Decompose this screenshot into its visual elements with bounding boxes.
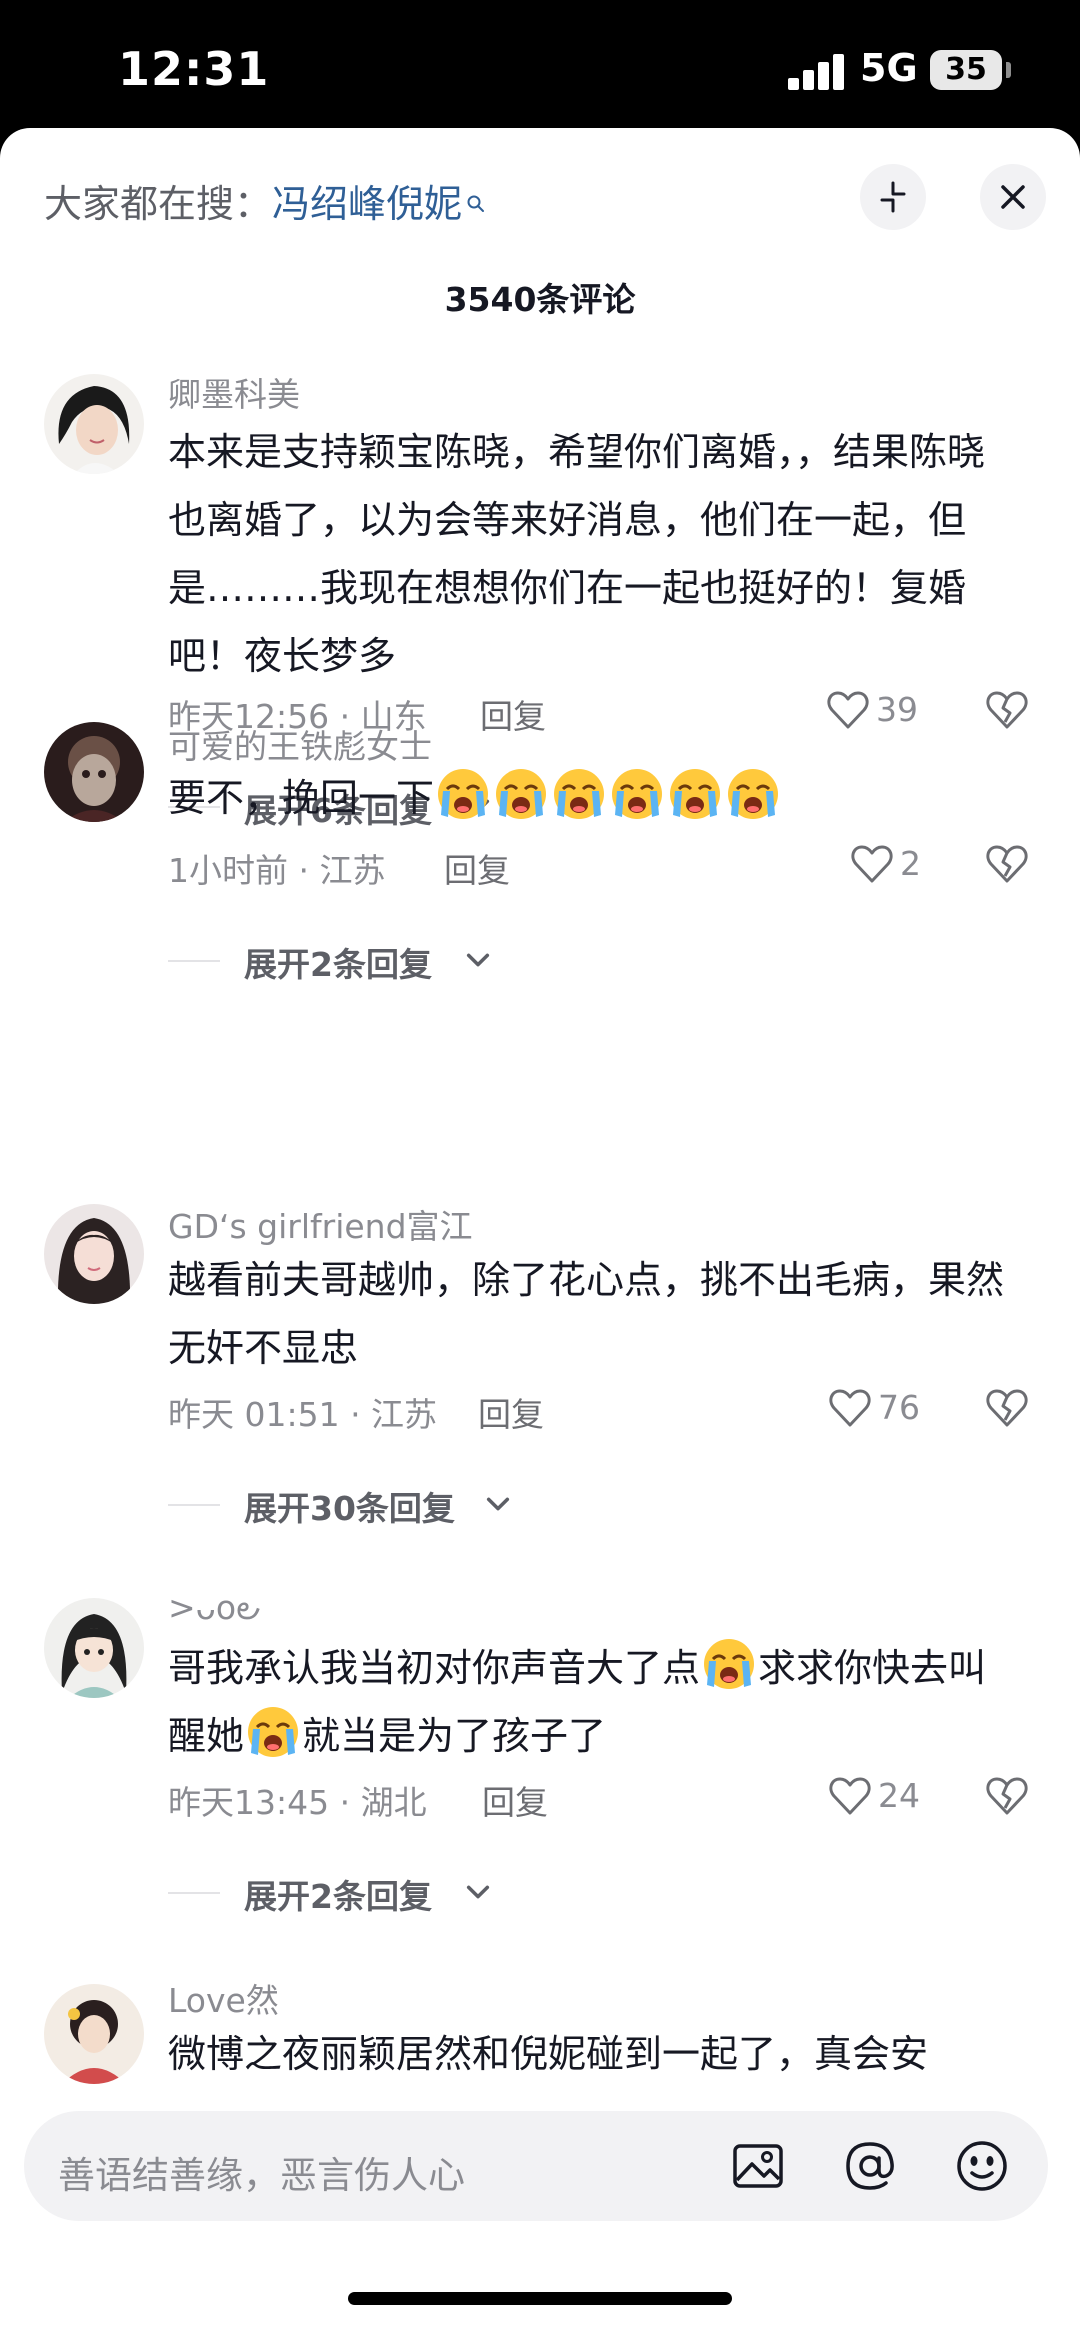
reply-button[interactable]: 回复 [444, 844, 510, 892]
comment-text-part: 哥我承认我当初对你声音大了点 [168, 1646, 701, 1690]
crying-face-emoji [246, 1705, 300, 1759]
comment-sheet: 大家都在搜：冯绍峰倪妮 3540条评论 卿墨科美 本来是支持颖宝陈晓，希望你们离… [0, 128, 1080, 2337]
crying-face-emoji [702, 1637, 756, 1691]
trending-search-term[interactable]: 冯绍峰倪妮 [272, 182, 462, 226]
avatar[interactable] [44, 374, 144, 474]
comment-username[interactable]: 卿墨科美 [168, 368, 300, 416]
expand-replies-label: 展开30条回复 [244, 1489, 455, 1528]
crying-face-emoji [726, 767, 780, 821]
heart-outline-icon [828, 1386, 872, 1430]
comment-input[interactable]: 善语结善缘，恶言伤人心 [24, 2111, 1048, 2221]
broken-heart-icon[interactable] [985, 1386, 1029, 1430]
emoji-icon[interactable] [954, 2138, 1010, 2194]
status-time: 12:31 [118, 42, 270, 96]
at-icon[interactable] [842, 2138, 898, 2194]
heart-outline-icon [828, 1774, 872, 1818]
chevron-down-icon [464, 1878, 492, 1906]
comment-text-block: 要不，挽回一下 [168, 764, 1018, 832]
trending-search[interactable]: 大家都在搜：冯绍峰倪妮 [44, 173, 486, 228]
broken-heart-icon[interactable] [985, 688, 1029, 732]
comment-text: 要不，挽回一下 [168, 776, 435, 820]
crying-face-emoji [436, 767, 490, 821]
like-count: 2 [900, 844, 921, 883]
comment-text: 本来是支持颖宝陈晓，希望你们离婚，，结果陈晓也离婚了，以为会等来好消息，他们在一… [168, 430, 986, 678]
comment-meta: 昨天 01:51 · 江苏 [168, 1395, 438, 1434]
image-icon[interactable] [730, 2138, 786, 2194]
like-count: 76 [878, 1388, 920, 1427]
comment-username[interactable]: >ᴗo౿ [168, 1588, 261, 1635]
comment-username[interactable]: 可爱的王铁彪女士 [168, 720, 432, 768]
home-indicator [348, 2292, 732, 2305]
network-type: 5G [860, 46, 918, 90]
cellular-signal-icon [788, 54, 846, 90]
comment-input-placeholder: 善语结善缘，恶言伤人心 [58, 2154, 465, 2197]
expand-replies-label: 展开2条回复 [244, 1877, 432, 1916]
crying-face-emoji [552, 767, 606, 821]
comment-text-part: 就当是为了孩子了 [302, 1714, 607, 1758]
heart-outline-icon [850, 842, 894, 886]
battery-icon: 35 [930, 50, 1002, 90]
comment-username[interactable]: GD‘s girlfriend富江 [168, 1200, 473, 1248]
broken-heart-icon[interactable] [985, 1774, 1029, 1818]
status-bar: 12:31 5G 35 [0, 0, 1080, 130]
comment-meta: 昨天13:45 · 湖北 [168, 1783, 427, 1822]
trending-search-prefix: 大家都在搜： [44, 182, 273, 226]
like-count: 24 [878, 1776, 920, 1815]
close-icon [1001, 185, 1025, 209]
divider-line [168, 960, 220, 962]
comment-username[interactable]: Love然 [168, 1974, 279, 2022]
comment-text: 微博之夜丽颖居然和倪妮碰到一起了，真会安 [168, 2032, 929, 2076]
comment-meta: 1小时前 · 江苏 [168, 851, 386, 890]
expand-replies-label: 展开2条回复 [244, 945, 432, 984]
collapse-icon [880, 181, 906, 213]
broken-heart-icon[interactable] [985, 842, 1029, 886]
collapse-button[interactable] [860, 164, 926, 230]
battery-tip [1006, 62, 1011, 78]
avatar[interactable] [44, 1598, 144, 1698]
divider-line [168, 1504, 220, 1506]
avatar[interactable] [44, 1204, 144, 1304]
like-count: 39 [876, 690, 918, 729]
search-icon [466, 179, 486, 223]
reply-button[interactable]: 回复 [480, 690, 546, 738]
chevron-down-icon [484, 1490, 512, 1518]
close-button[interactable] [980, 164, 1046, 230]
comment-text-block: 哥我承认我当初对你声音大了点 求求你快去叫醒她 就当是为了孩子了 [168, 1634, 1018, 1770]
crying-face-emoji [494, 767, 548, 821]
reply-button[interactable]: 回复 [482, 1776, 548, 1824]
chevron-down-icon [464, 946, 492, 974]
crying-face-emoji [668, 767, 722, 821]
reply-button[interactable]: 回复 [478, 1388, 544, 1436]
divider-line [168, 1892, 220, 1894]
crying-face-emoji [610, 767, 664, 821]
heart-outline-icon [826, 688, 870, 732]
avatar[interactable] [44, 1984, 144, 2084]
comment-count: 3540条评论 [444, 280, 636, 319]
comment-text: 越看前夫哥越帅，除了花心点，挑不出毛病，果然无奸不显忠 [168, 1258, 1005, 1370]
avatar[interactable] [44, 722, 144, 822]
